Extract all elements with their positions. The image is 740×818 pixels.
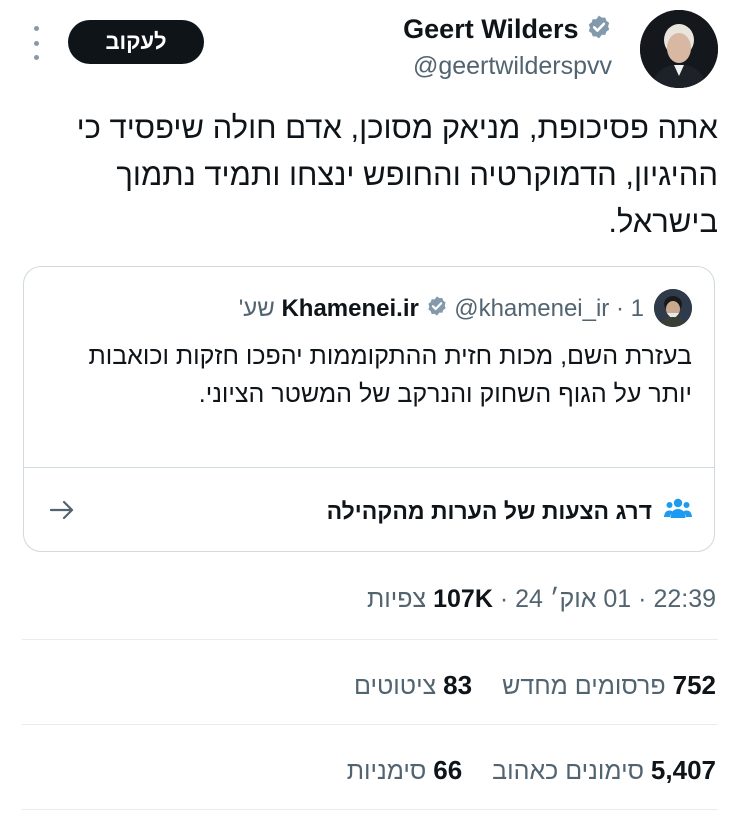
reposts-label: פרסומים מחדש bbox=[502, 672, 666, 700]
reposts-stat[interactable]: 752 פרסומים מחדש bbox=[502, 670, 716, 701]
quoted-verified-badge-icon bbox=[426, 295, 448, 324]
views-label: צפיות bbox=[367, 585, 427, 613]
stats-divider bbox=[22, 639, 718, 640]
quoted-tweet-text: בעזרת השם, מכות חזית ההתקוממות יהפכו חזק… bbox=[88, 342, 692, 408]
arrow-right-icon[interactable] bbox=[48, 499, 76, 521]
stats-divider bbox=[22, 809, 718, 810]
quoted-tweet-card[interactable]: Khamenei.ir @khamenei_ir · 1 שע' בעזרת ה… bbox=[23, 266, 715, 552]
separator-dot: · bbox=[631, 585, 647, 613]
author-avatar[interactable] bbox=[640, 10, 718, 88]
views-count: 107K bbox=[433, 585, 493, 613]
quoted-author-name[interactable]: Khamenei.ir bbox=[281, 295, 418, 322]
quotes-label: ציטוטים bbox=[354, 672, 437, 700]
bookmarks-stat[interactable]: 66 סימניות bbox=[347, 755, 462, 786]
tweet-text: אתה פסיכופת, מניאק מסוכן, אדם חולה שיפסי… bbox=[76, 110, 718, 239]
engagement-row-likes: 5,407 סימונים כאהוב 66 סימניות bbox=[347, 755, 716, 786]
likes-label: סימונים כאהוב bbox=[492, 757, 644, 785]
tweet-time[interactable]: 22:39 bbox=[653, 585, 716, 613]
quoted-author-handle[interactable]: @khamenei_ir bbox=[454, 295, 609, 322]
community-notes-link[interactable]: דרג הצעות של הערות מהקהילה bbox=[327, 497, 692, 525]
engagement-row-reposts: 752 פרסומים מחדש 83 ציטוטים bbox=[354, 670, 716, 701]
community-notes-label: דרג הצעות של הערות מהקהילה bbox=[326, 497, 652, 524]
likes-stat[interactable]: 5,407 סימונים כאהוב bbox=[492, 755, 716, 786]
author-name[interactable]: Geert Wilders bbox=[403, 14, 612, 47]
quoted-card-divider bbox=[24, 467, 714, 468]
author-handle[interactable]: @geertwilderspvv bbox=[413, 52, 612, 81]
community-people-icon bbox=[664, 497, 692, 525]
follow-button[interactable]: לעקוב bbox=[68, 20, 204, 64]
separator-dot: · bbox=[492, 585, 509, 613]
quoted-tweet-header: Khamenei.ir @khamenei_ir · 1 שע' bbox=[239, 295, 644, 324]
likes-count: 5,407 bbox=[650, 755, 716, 785]
bookmarks-count: 66 bbox=[433, 755, 463, 785]
more-options-icon[interactable] bbox=[28, 26, 44, 60]
bookmarks-label: סימניות bbox=[346, 757, 427, 785]
quoted-author-avatar[interactable] bbox=[654, 289, 692, 327]
quotes-stat[interactable]: 83 ציטוטים bbox=[354, 670, 472, 701]
stats-divider bbox=[22, 724, 718, 725]
tweet-date[interactable]: 01 אוק׳ 24 bbox=[515, 585, 631, 613]
quotes-count: 83 bbox=[443, 670, 473, 700]
author-name-text: Geert Wilders bbox=[403, 14, 579, 44]
tweet-timestamp: 22:39 · 01 אוק׳ 24 · 107K צפיות bbox=[367, 585, 716, 614]
reposts-count: 752 bbox=[672, 670, 716, 700]
verified-badge-icon bbox=[586, 14, 612, 47]
